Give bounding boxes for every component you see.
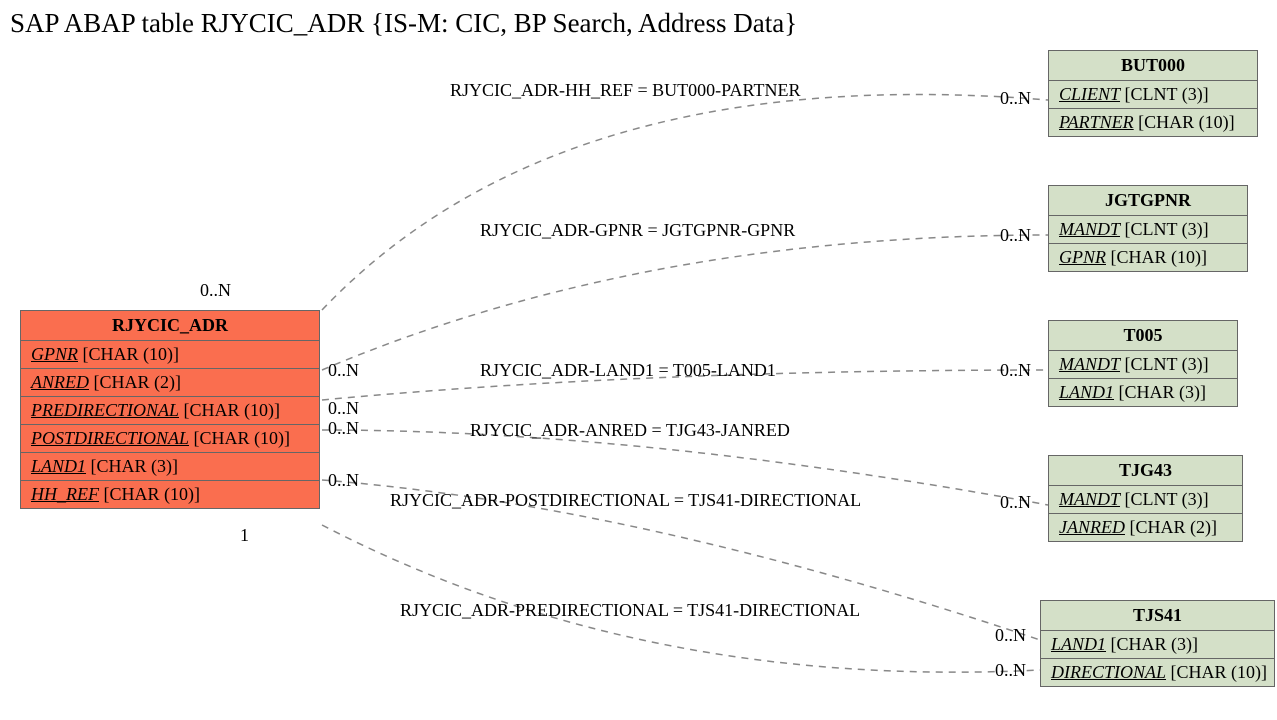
cardinality-label: 0..N [1000, 360, 1031, 381]
relation-label: RJYCIC_ADR-POSTDIRECTIONAL = TJS41-DIREC… [390, 490, 861, 511]
entity-jgtgpnr: JGTGPNR MANDT [CLNT (3)] GPNR [CHAR (10)… [1048, 185, 1248, 272]
entity-rjycic-adr: RJYCIC_ADR GPNR [CHAR (10)] ANRED [CHAR … [20, 310, 320, 509]
field-row: JANRED [CHAR (2)] [1049, 514, 1242, 541]
entity-header: T005 [1049, 321, 1237, 351]
entity-header: RJYCIC_ADR [21, 311, 319, 341]
field-row: LAND1 [CHAR (3)] [21, 453, 319, 481]
field-row: HH_REF [CHAR (10)] [21, 481, 319, 508]
entity-tjs41: TJS41 LAND1 [CHAR (3)] DIRECTIONAL [CHAR… [1040, 600, 1275, 687]
page-title: SAP ABAP table RJYCIC_ADR {IS-M: CIC, BP… [10, 8, 797, 39]
entity-but000: BUT000 CLIENT [CLNT (3)] PARTNER [CHAR (… [1048, 50, 1258, 137]
relation-label: RJYCIC_ADR-HH_REF = BUT000-PARTNER [450, 80, 800, 101]
cardinality-label: 1 [240, 525, 249, 546]
cardinality-label: 0..N [200, 280, 231, 301]
cardinality-label: 0..N [328, 418, 359, 439]
relation-label: RJYCIC_ADR-LAND1 = T005-LAND1 [480, 360, 776, 381]
cardinality-label: 0..N [1000, 88, 1031, 109]
field-row: LAND1 [CHAR (3)] [1049, 379, 1237, 406]
field-row: PARTNER [CHAR (10)] [1049, 109, 1257, 136]
field-row: MANDT [CLNT (3)] [1049, 351, 1237, 379]
field-row: MANDT [CLNT (3)] [1049, 486, 1242, 514]
field-row: MANDT [CLNT (3)] [1049, 216, 1247, 244]
field-row: GPNR [CHAR (10)] [1049, 244, 1247, 271]
relation-label: RJYCIC_ADR-ANRED = TJG43-JANRED [470, 420, 790, 441]
field-row: POSTDIRECTIONAL [CHAR (10)] [21, 425, 319, 453]
entity-tjg43: TJG43 MANDT [CLNT (3)] JANRED [CHAR (2)] [1048, 455, 1243, 542]
field-row: ANRED [CHAR (2)] [21, 369, 319, 397]
cardinality-label: 0..N [328, 398, 359, 419]
entity-header: JGTGPNR [1049, 186, 1247, 216]
cardinality-label: 0..N [328, 470, 359, 491]
field-row: DIRECTIONAL [CHAR (10)] [1041, 659, 1274, 686]
entity-header: TJS41 [1041, 601, 1274, 631]
entity-header: BUT000 [1049, 51, 1257, 81]
field-row: GPNR [CHAR (10)] [21, 341, 319, 369]
relation-label: RJYCIC_ADR-PREDIRECTIONAL = TJS41-DIRECT… [400, 600, 860, 621]
entity-t005: T005 MANDT [CLNT (3)] LAND1 [CHAR (3)] [1048, 320, 1238, 407]
cardinality-label: 0..N [1000, 225, 1031, 246]
field-row: LAND1 [CHAR (3)] [1041, 631, 1274, 659]
relation-label: RJYCIC_ADR-GPNR = JGTGPNR-GPNR [480, 220, 795, 241]
cardinality-label: 0..N [995, 625, 1026, 646]
cardinality-label: 0..N [328, 360, 359, 381]
field-row: CLIENT [CLNT (3)] [1049, 81, 1257, 109]
entity-header: TJG43 [1049, 456, 1242, 486]
cardinality-label: 0..N [995, 660, 1026, 681]
field-row: PREDIRECTIONAL [CHAR (10)] [21, 397, 319, 425]
cardinality-label: 0..N [1000, 492, 1031, 513]
